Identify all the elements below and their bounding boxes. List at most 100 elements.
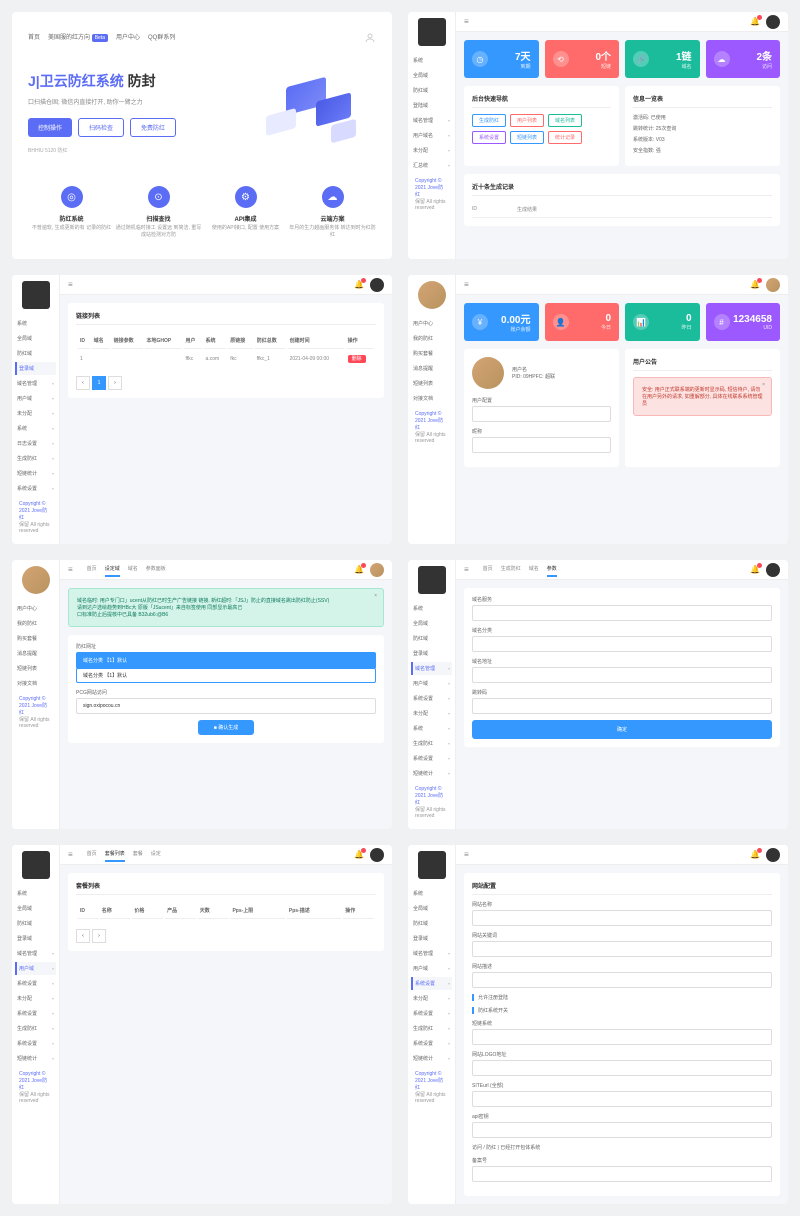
- nav-home[interactable]: 首页: [28, 32, 40, 44]
- sidebar-avatar[interactable]: [22, 851, 50, 879]
- sidebar-item[interactable]: 用户中心: [15, 602, 56, 615]
- sidebar-item[interactable]: 域名管理▾: [411, 662, 452, 675]
- nick-input[interactable]: [472, 437, 611, 453]
- sidebar-item[interactable]: 汇总统▾: [411, 159, 452, 172]
- bell-icon[interactable]: 🔔: [354, 280, 364, 289]
- sidebar-item[interactable]: 用户中心: [411, 317, 452, 330]
- sidebar-item[interactable]: 购买套餐: [15, 632, 56, 645]
- quicklink[interactable]: 短链列表: [510, 131, 544, 144]
- sidebar-item[interactable]: 系统▾: [15, 422, 56, 435]
- sidebar-item[interactable]: 系统: [411, 54, 452, 67]
- sidebar-avatar[interactable]: [418, 18, 446, 46]
- sidebar-item[interactable]: 系统设置▾: [411, 1007, 452, 1020]
- sidebar-item[interactable]: 短链统计▾: [411, 767, 452, 780]
- stat-card[interactable]: ☁2条访问: [706, 40, 781, 78]
- sidebar-item[interactable]: 消息提醒: [411, 362, 452, 375]
- sidebar-item[interactable]: 未分配▾: [411, 144, 452, 157]
- sidebar-item[interactable]: 系统设置▾: [15, 482, 56, 495]
- pg-next[interactable]: ›: [108, 376, 122, 390]
- sidebar-item[interactable]: 我的防红: [411, 332, 452, 345]
- sidebar-item[interactable]: 日志设置▾: [15, 437, 56, 450]
- service-input[interactable]: [472, 605, 772, 621]
- sidebar-item[interactable]: 对接文档: [411, 392, 452, 405]
- redirect-input[interactable]: [472, 698, 772, 714]
- sidebar-item[interactable]: 防红域: [15, 917, 56, 930]
- stat-card[interactable]: 🔗1链域名: [625, 40, 700, 78]
- sidebar-item[interactable]: 未分配▾: [15, 992, 56, 1005]
- pg-1[interactable]: 1: [92, 376, 106, 390]
- sidebar-item[interactable]: 系统: [15, 317, 56, 330]
- user-icon[interactable]: [364, 32, 376, 44]
- sidebar-item[interactable]: 用户域▾: [15, 392, 56, 405]
- sidebar-item[interactable]: 登录域: [15, 362, 56, 375]
- sidebar-item[interactable]: 未分配▾: [411, 707, 452, 720]
- logo-input[interactable]: [472, 1060, 772, 1076]
- sidebar-item[interactable]: 登录域: [15, 932, 56, 945]
- bell-icon[interactable]: 🔔: [750, 850, 760, 859]
- sidebar-item[interactable]: 短链列表: [411, 377, 452, 390]
- sidebar-item[interactable]: 系统: [411, 602, 452, 615]
- close-icon[interactable]: ×: [374, 593, 377, 599]
- sidebar-item[interactable]: 系统设置▾: [411, 692, 452, 705]
- bell-icon[interactable]: 🔔: [750, 565, 760, 574]
- sidebar-item[interactable]: 全局域: [15, 902, 56, 915]
- sidebar-item[interactable]: 用户域▾: [15, 962, 56, 975]
- sidebar-item[interactable]: 我的防红: [15, 617, 56, 630]
- sidebar-avatar[interactable]: [418, 851, 446, 879]
- sitename-input[interactable]: [472, 910, 772, 926]
- config-input[interactable]: [472, 406, 611, 422]
- menu-icon[interactable]: ≡: [68, 850, 73, 859]
- delete-btn[interactable]: 删除: [348, 355, 366, 363]
- sidebar-item[interactable]: 生成防红▾: [15, 1022, 56, 1035]
- sidebar-avatar[interactable]: [22, 281, 50, 309]
- stat-card[interactable]: ¥0.00元账户余额: [464, 303, 539, 341]
- sidebar-item[interactable]: 系统设置▾: [411, 752, 452, 765]
- sidebar-item[interactable]: 生成防红▾: [411, 737, 452, 750]
- sidebar-item[interactable]: 域名管理▾: [411, 947, 452, 960]
- quicklink[interactable]: 用户列表: [510, 114, 544, 127]
- sidebar-item[interactable]: 全局域: [411, 617, 452, 630]
- stat-card[interactable]: 📊0昨日: [625, 303, 700, 341]
- sidebar-avatar[interactable]: [418, 566, 446, 594]
- sidebar-item[interactable]: 用户域名▾: [411, 129, 452, 142]
- domain-select[interactable]: 域名分类 【1】默认: [76, 652, 376, 669]
- sidebar-item[interactable]: 系统: [411, 887, 452, 900]
- sidebar-item[interactable]: 登录域: [411, 932, 452, 945]
- sidebar-item[interactable]: 系统: [15, 887, 56, 900]
- menu-icon[interactable]: ≡: [464, 17, 469, 26]
- sidebar-item[interactable]: 短链统计▾: [411, 1052, 452, 1065]
- cta-scan[interactable]: 扫码检查: [78, 118, 124, 137]
- bell-icon[interactable]: 🔔: [750, 280, 760, 289]
- quicklink[interactable]: 统计记录: [548, 131, 582, 144]
- sidebar-item[interactable]: 防红域: [15, 347, 56, 360]
- beian-input[interactable]: [472, 1166, 772, 1182]
- sidebar-item[interactable]: 防红域: [411, 917, 452, 930]
- sidebar-avatar[interactable]: [22, 566, 50, 594]
- category-input[interactable]: [472, 636, 772, 652]
- sidebar-item[interactable]: 用户域▾: [411, 962, 452, 975]
- sidebar-item[interactable]: 全局域: [15, 332, 56, 345]
- apikey-input[interactable]: [472, 1122, 772, 1138]
- pg-prev[interactable]: ‹: [76, 929, 90, 943]
- sidebar-item[interactable]: 系统▾: [411, 722, 452, 735]
- desc-input[interactable]: [472, 972, 772, 988]
- sidebar-item[interactable]: 登录域: [411, 647, 452, 660]
- menu-icon[interactable]: ≡: [464, 565, 469, 574]
- sidebar-item[interactable]: 未分配▾: [15, 407, 56, 420]
- topbar-avatar[interactable]: [766, 278, 780, 292]
- siteurl-input[interactable]: [472, 1091, 772, 1107]
- close-icon[interactable]: ×: [762, 382, 765, 388]
- domain-input[interactable]: [472, 667, 772, 683]
- sidebar-item[interactable]: 系统设置▾: [15, 1037, 56, 1050]
- sidebar-item[interactable]: 域名管理▾: [411, 114, 452, 127]
- sidebar-item[interactable]: 未分配▾: [411, 992, 452, 1005]
- sidebar-item[interactable]: 短链统计▾: [15, 1052, 56, 1065]
- shortlink-input[interactable]: [472, 1029, 772, 1045]
- topbar-avatar[interactable]: [370, 278, 384, 292]
- quicklink[interactable]: 生成防红: [472, 114, 506, 127]
- sidebar-avatar[interactable]: [418, 281, 446, 309]
- topbar-avatar[interactable]: [370, 563, 384, 577]
- sidebar-item[interactable]: 短链列表: [15, 662, 56, 675]
- menu-icon[interactable]: ≡: [68, 565, 73, 574]
- bell-icon[interactable]: 🔔: [354, 850, 364, 859]
